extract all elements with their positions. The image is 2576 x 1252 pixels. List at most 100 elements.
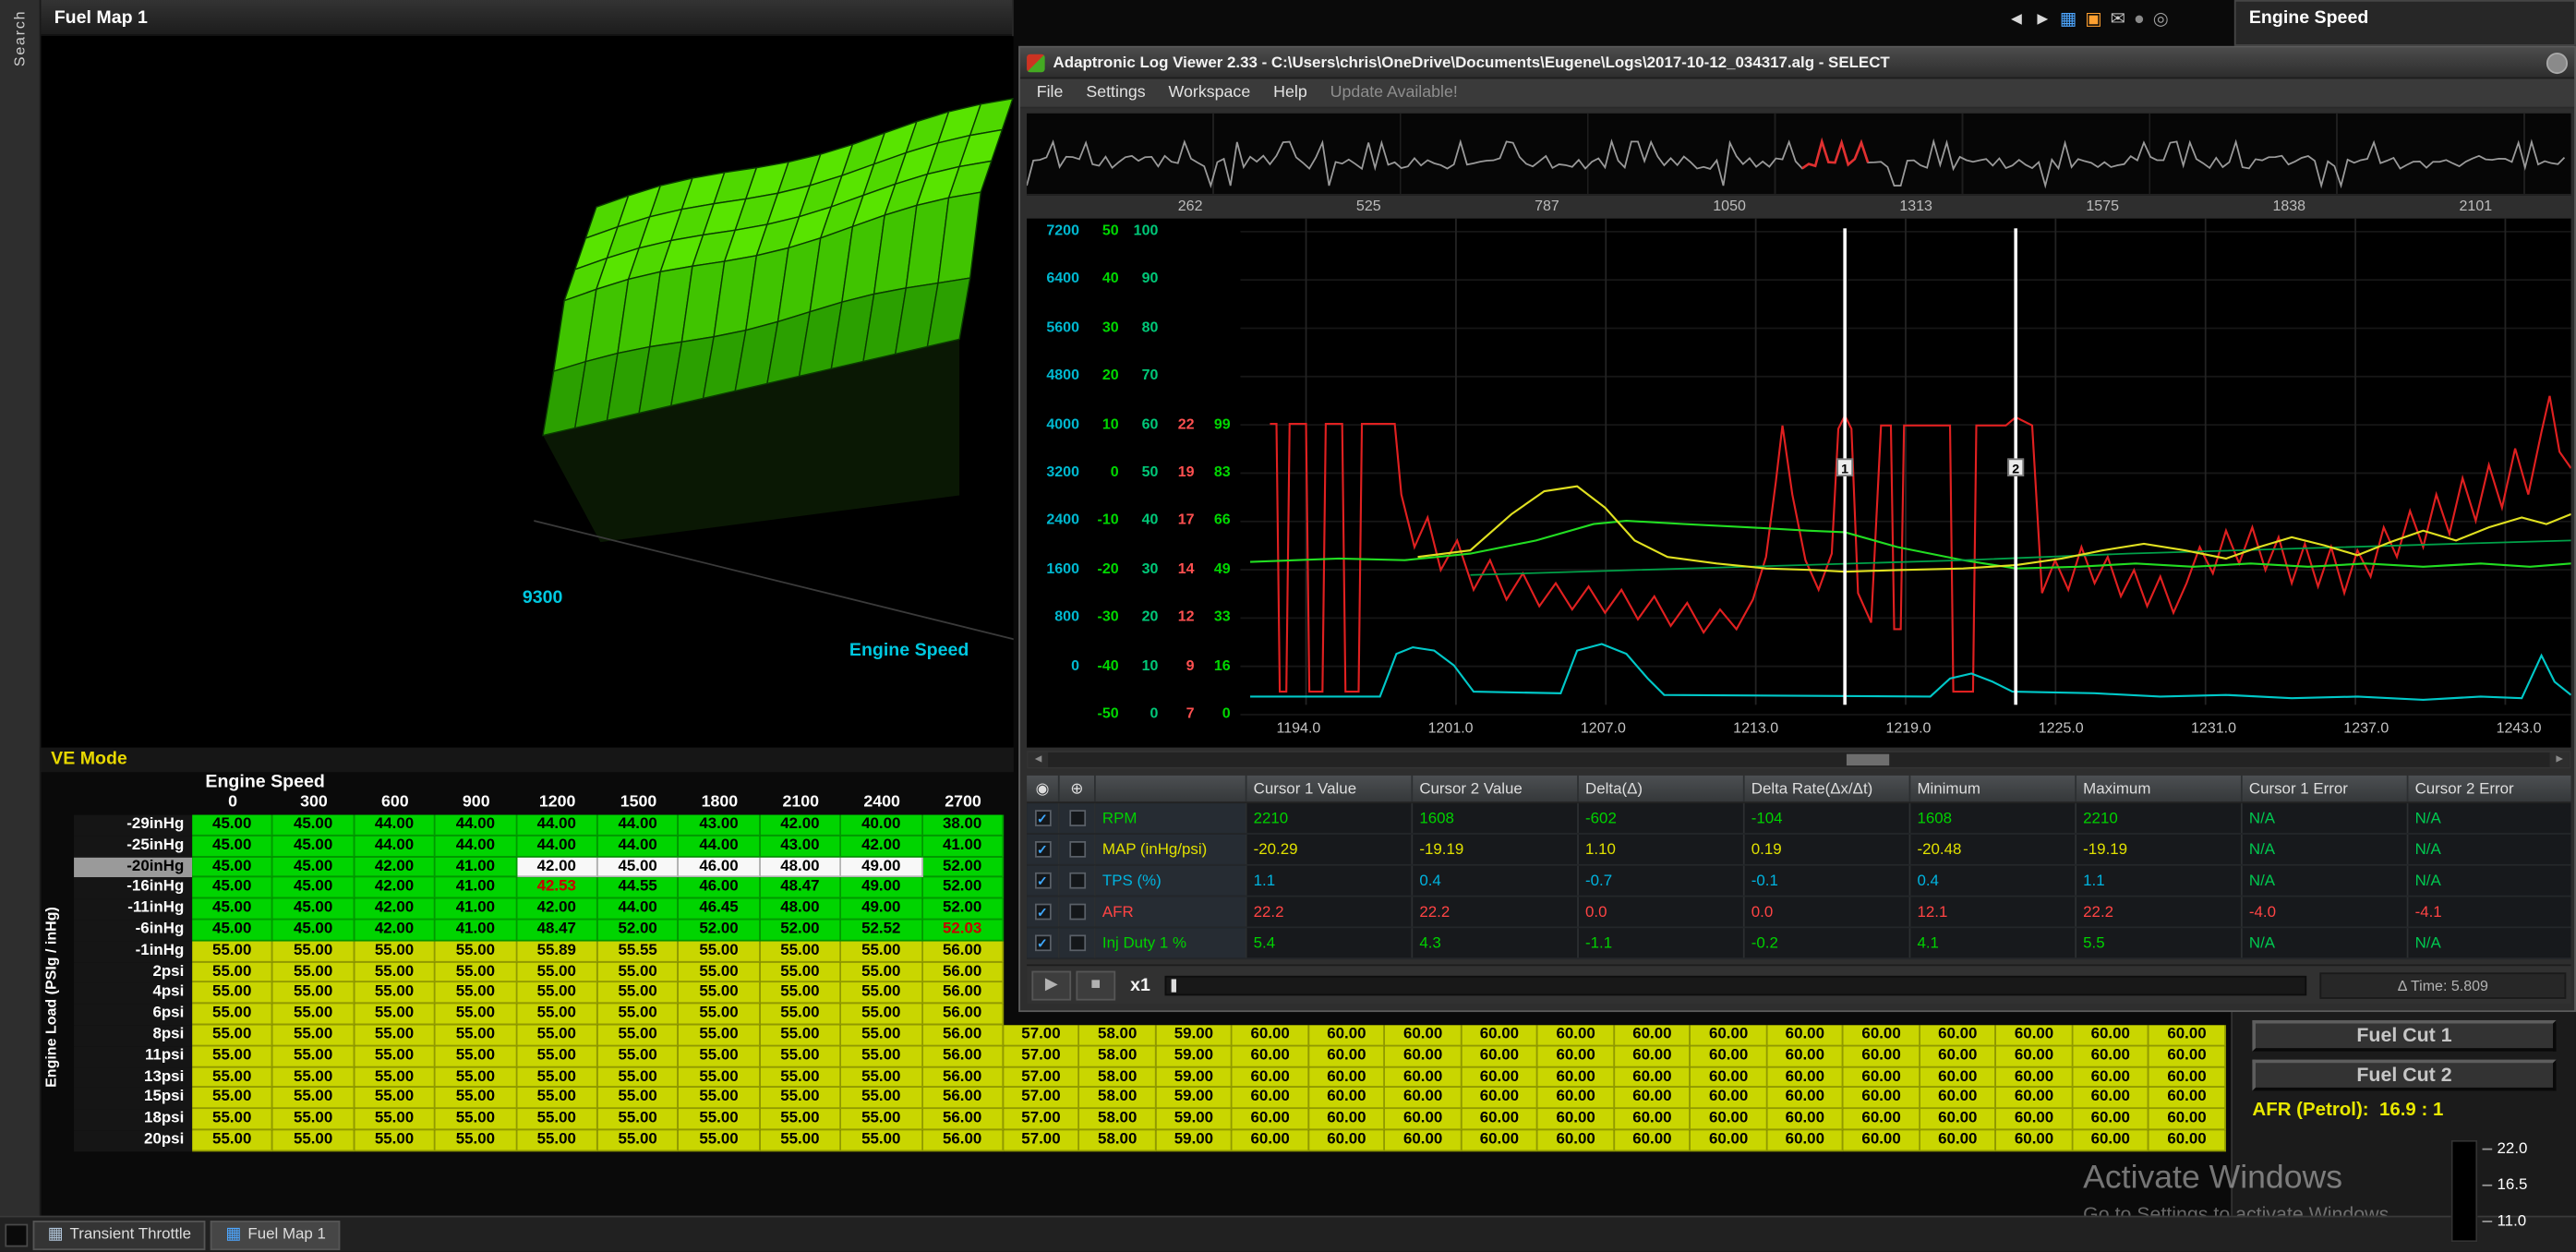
ve-cell[interactable]: 60.00 (1615, 1130, 1691, 1151)
ve-cell[interactable]: 56.00 (922, 1067, 1004, 1089)
ve-cell[interactable]: 55.00 (192, 941, 273, 962)
ve-cell[interactable]: 55.00 (355, 962, 436, 983)
fuel-map-canvas[interactable]: 9300 Engine Speed (41, 36, 1013, 747)
ve-cell[interactable]: 44.00 (355, 815, 436, 837)
ve-cell[interactable]: 44.00 (355, 836, 436, 857)
prev-arrow-icon[interactable]: ◄ (2007, 6, 2025, 32)
target-icon[interactable]: ◎ (2153, 6, 2169, 32)
ve-cell[interactable]: 49.00 (841, 878, 922, 899)
ve-cell[interactable]: 60.00 (2149, 1109, 2226, 1130)
image-icon[interactable]: ▣ (2085, 6, 2102, 32)
ve-cell[interactable]: 60.00 (2149, 1046, 2226, 1067)
ve-cell[interactable]: 48.47 (517, 920, 598, 941)
mail-icon[interactable]: ✉ (2111, 6, 2125, 32)
ve-cell[interactable]: 56.00 (922, 983, 1004, 1005)
ve-cell[interactable]: 60.00 (1462, 1089, 1538, 1110)
ve-cell[interactable]: 45.00 (192, 899, 273, 921)
next-arrow-icon[interactable]: ► (2034, 6, 2052, 32)
ve-row-label[interactable]: 2psi (74, 962, 192, 983)
ve-row-label[interactable]: -20inHg (74, 857, 192, 878)
channel-table-header-cell[interactable]: Delta(Δ) (1579, 776, 1745, 801)
ve-cell[interactable]: 60.00 (1615, 1109, 1691, 1130)
ve-cell[interactable]: 60.00 (1691, 1025, 1768, 1046)
ve-cell[interactable]: 55.00 (273, 941, 355, 962)
ve-cell[interactable]: 60.00 (1844, 1046, 1920, 1067)
play-button[interactable]: ▶ (1031, 970, 1071, 1000)
ve-cell[interactable]: 42.00 (355, 878, 436, 899)
ve-cell[interactable]: 55.00 (679, 1109, 760, 1130)
ve-cell[interactable]: 60.00 (1920, 1130, 1997, 1151)
ve-cell[interactable]: 59.00 (1156, 1067, 1233, 1089)
ve-cell[interactable]: 49.00 (841, 857, 922, 878)
ve-cell[interactable]: 55.00 (436, 1004, 517, 1025)
ve-cell[interactable]: 55.00 (273, 962, 355, 983)
ve-cell[interactable]: 45.00 (273, 857, 355, 878)
ve-cell[interactable]: 45.00 (273, 920, 355, 941)
ve-cell[interactable]: 60.00 (1538, 1046, 1615, 1067)
ve-cell[interactable]: 55.00 (760, 962, 841, 983)
scroll-left-icon[interactable]: ◄ (1029, 752, 1048, 767)
ve-cell[interactable]: 60.00 (1462, 1109, 1538, 1130)
ve-cell[interactable]: 42.00 (517, 857, 598, 878)
ve-cell[interactable]: 55.00 (192, 1067, 273, 1089)
ve-cell[interactable]: 60.00 (1233, 1025, 1309, 1046)
ve-cell[interactable]: 38.00 (922, 815, 1004, 837)
ve-cell[interactable]: 55.00 (598, 1089, 680, 1110)
channel-select-checkbox[interactable] (1060, 835, 1096, 864)
ve-cell[interactable]: 55.00 (679, 1025, 760, 1046)
ve-row-label[interactable]: -1inHg (74, 941, 192, 962)
ve-cell[interactable]: 60.00 (1767, 1109, 1844, 1130)
ve-cell[interactable]: 44.00 (517, 815, 598, 837)
ve-cell[interactable]: 60.00 (2073, 1130, 2149, 1151)
scrollbar-thumb[interactable] (1847, 754, 1889, 765)
ve-cell[interactable]: 60.00 (1767, 1025, 1844, 1046)
channel-table-header-cell[interactable]: Cursor 2 Value (1413, 776, 1579, 801)
ve-cell[interactable]: 60.00 (2149, 1130, 2226, 1151)
menu-item-help[interactable]: Help (1262, 84, 1319, 102)
ve-cell[interactable]: 60.00 (1538, 1109, 1615, 1130)
ve-cell[interactable]: 60.00 (1462, 1025, 1538, 1046)
ve-cell[interactable]: 60.00 (1233, 1109, 1309, 1130)
channel-select-checkbox[interactable] (1060, 928, 1096, 957)
ve-cell[interactable]: 42.00 (355, 857, 436, 878)
ve-cell[interactable]: 55.00 (841, 1025, 922, 1046)
ve-cell[interactable]: 41.00 (436, 920, 517, 941)
ve-cell[interactable]: 46.00 (679, 857, 760, 878)
ve-cell[interactable]: 55.00 (517, 962, 598, 983)
playback-position-marker[interactable] (1172, 979, 1176, 992)
engine-speed-panel-title[interactable]: Engine Speed (2234, 0, 2576, 46)
fuel-cut-2-button[interactable]: Fuel Cut 2 (2252, 1060, 2556, 1091)
ve-cell[interactable]: 60.00 (1462, 1046, 1538, 1067)
ve-cell[interactable]: 58.00 (1080, 1067, 1157, 1089)
ve-cell[interactable]: 55.00 (841, 1067, 922, 1089)
ve-cell[interactable]: 55.00 (679, 941, 760, 962)
playback-speed[interactable]: x1 (1130, 975, 1150, 994)
ve-cell[interactable]: 43.00 (760, 836, 841, 857)
ve-cell[interactable]: 55.00 (679, 1130, 760, 1151)
cursor-1-tag[interactable]: 1 (1836, 458, 1853, 476)
ve-row-label[interactable]: 6psi (74, 1004, 192, 1025)
ve-cell[interactable]: 44.00 (598, 815, 680, 837)
ve-cell[interactable]: 44.00 (436, 815, 517, 837)
ve-cell[interactable]: 58.00 (1080, 1130, 1157, 1151)
ve-cell[interactable]: 55.00 (436, 1046, 517, 1067)
ve-cell[interactable]: 60.00 (2073, 1025, 2149, 1046)
ve-cell[interactable]: 60.00 (1233, 1089, 1309, 1110)
ve-cell[interactable]: 55.00 (679, 983, 760, 1005)
ve-cell[interactable]: 60.00 (1844, 1067, 1920, 1089)
ve-cell[interactable]: 55.00 (355, 983, 436, 1005)
ve-cell[interactable]: 44.00 (598, 836, 680, 857)
ve-cell[interactable]: 58.00 (1080, 1025, 1157, 1046)
taskbar-tab-fuel-map-1[interactable]: ▦Fuel Map 1 (211, 1220, 341, 1249)
ve-cell[interactable]: 55.00 (192, 1130, 273, 1151)
ve-cell[interactable]: 55.00 (273, 1067, 355, 1089)
ve-cell[interactable]: 59.00 (1156, 1109, 1233, 1130)
ve-cell[interactable]: 44.00 (436, 836, 517, 857)
ve-cell[interactable]: 55.00 (598, 962, 680, 983)
ve-cell[interactable]: 60.00 (1920, 1067, 1997, 1089)
ve-cell[interactable]: 55.00 (436, 1109, 517, 1130)
record-icon[interactable]: ● (2134, 6, 2145, 32)
ve-cell[interactable]: 55.00 (355, 1004, 436, 1025)
ve-cell[interactable]: 55.00 (598, 1130, 680, 1151)
ve-cell[interactable]: 60.00 (1997, 1025, 2074, 1046)
